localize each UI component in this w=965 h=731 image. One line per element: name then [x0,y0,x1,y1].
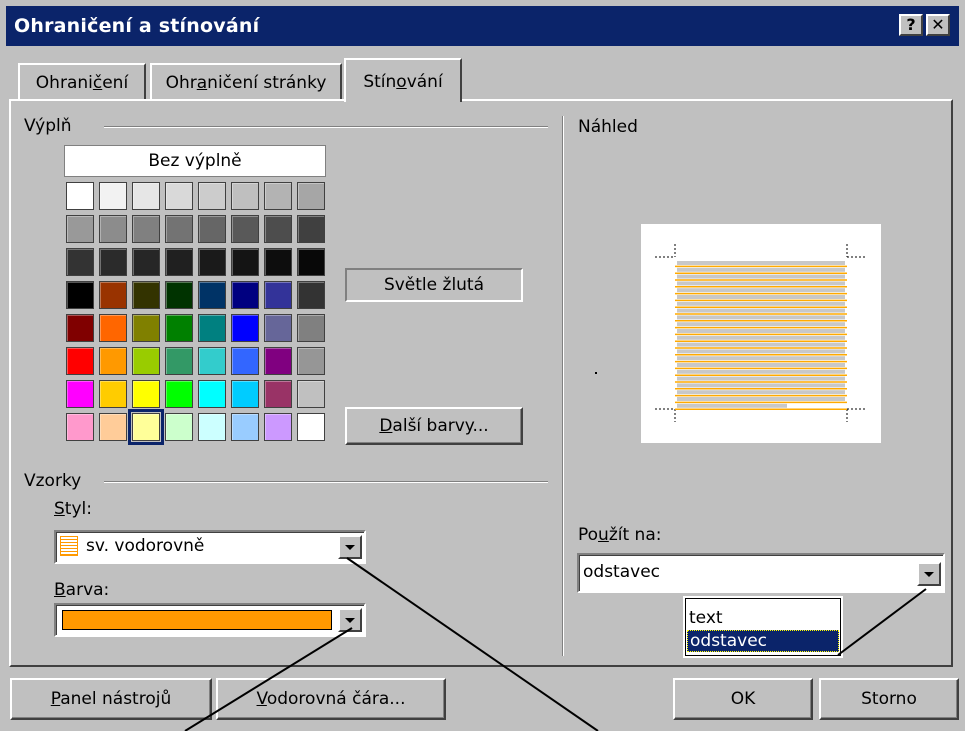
tab-shading-label: Stínování [363,72,443,92]
annotation-arrows [184,557,927,731]
tab-shading[interactable]: Stínování [344,58,462,102]
arrow-style [346,557,599,731]
arrow-pattern-color [184,627,353,731]
dialog-window: Ohraničení a stínování ? ✕ Ohraničení Oh… [0,0,965,731]
arrow-apply-to [837,588,927,656]
